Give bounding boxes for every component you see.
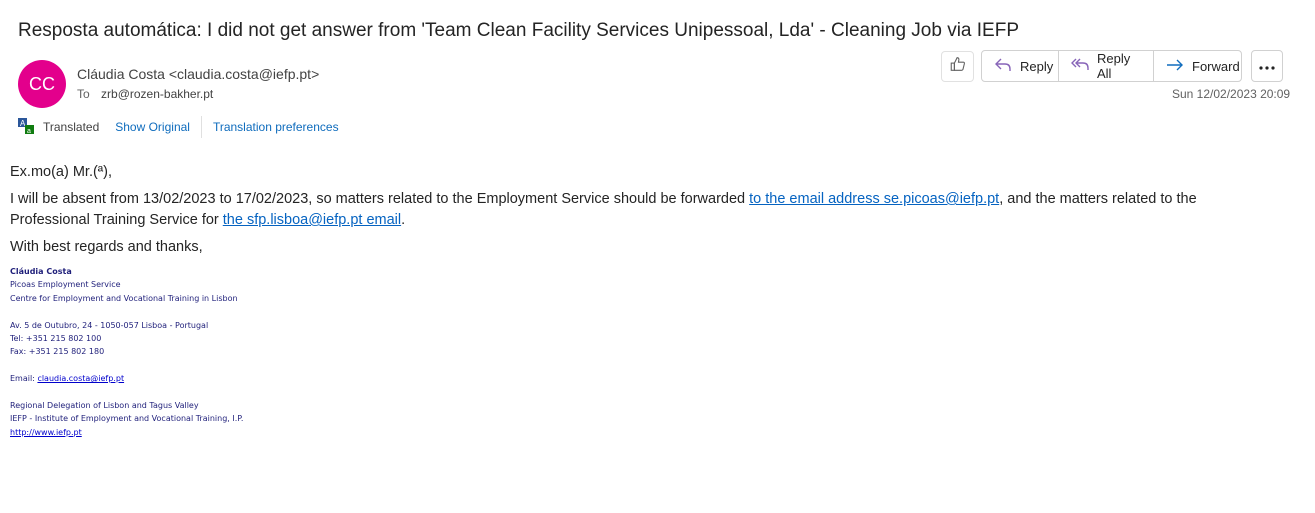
reply-all-button[interactable]: Reply All [1059,51,1154,81]
signature-fax: Fax: +351 215 802 180 [10,347,105,357]
employment-service-email-link[interactable]: to the email address se.picoas@iefp.pt [749,191,999,207]
recipient-line: To zrb@rozen-bakher.pt [77,87,213,101]
reply-icon [994,57,1012,76]
email-signature: Cláudia Costa Picoas Employment Service … [10,265,243,439]
forward-label: Forward [1192,58,1240,74]
signature-centre: Centre for Employment and Vocational Tra… [10,293,238,303]
sent-date: Sun 12/02/2023 20:09 [1172,87,1291,101]
translated-label: Translated [43,120,100,134]
reply-label: Reply [1020,58,1054,74]
reply-all-label: Reply All [1097,51,1131,81]
sender-avatar[interactable]: CC [18,60,66,108]
signature-name: Cláudia Costa [10,267,72,276]
signature-delegation: Regional Delegation of Lisbon and Tagus … [10,400,199,410]
signature-email-line: Email: claudia.costa@iefp.pt [10,372,243,385]
reply-button[interactable]: Reply [982,51,1059,81]
like-button[interactable] [941,51,974,82]
forward-button[interactable]: Forward [1154,51,1241,81]
show-original-link[interactable]: Show Original [115,120,190,134]
message-actions: Reply Reply All Forward [981,50,1242,82]
signature-email-link[interactable]: claudia.costa@iefp.pt [37,374,124,383]
signature-website-line: http://www.iefp.pt [10,426,243,439]
divider [200,116,202,138]
svg-text:a: a [27,128,31,135]
more-horizontal-icon [1259,57,1275,75]
signature-email-label: Email: [10,374,38,384]
recipient-address[interactable]: zrb@rozen-bakher.pt [101,87,213,101]
reply-all-icon [1071,57,1089,76]
paragraph-text: I will be absent from 13/02/2023 to 17/0… [10,191,750,207]
email-subject: Resposta automática: I did not get answe… [18,20,1019,41]
paragraph-text: . [401,212,406,228]
translation-bar: A a Translated Show Original Translation… [17,116,339,138]
to-label: To [77,87,90,101]
signature-tel: Tel: +351 215 802 100 [10,333,102,343]
sender-name[interactable]: Cláudia Costa <claudia.costa@iefp.pt> [77,66,319,82]
greeting: Ex.mo(a) Mr.(ª), [10,164,113,180]
signature-address: Av. 5 de Outubro, 24 - 1050-057 Lisboa -… [10,320,209,330]
translation-preferences-link[interactable]: Translation preferences [213,120,339,134]
training-service-email-link[interactable]: the sfp.lisboa@iefp.pt email [223,212,401,228]
body-paragraph: I will be absent from 13/02/2023 to 17/0… [10,189,1270,231]
signature-website-link[interactable]: http://www.iefp.pt [10,428,82,437]
translate-icon: A a [17,117,35,138]
thumbs-up-icon [949,55,967,78]
forward-arrow-icon [1166,57,1184,76]
signature-service: Picoas Employment Service [10,280,121,290]
message-body: Ex.mo(a) Mr.(ª), I will be absent from 1… [10,162,1270,264]
more-actions-button[interactable] [1251,50,1283,82]
closing: With best regards and thanks, [10,239,203,255]
signature-institute: IEFP - Institute of Employment and Vocat… [10,414,244,424]
